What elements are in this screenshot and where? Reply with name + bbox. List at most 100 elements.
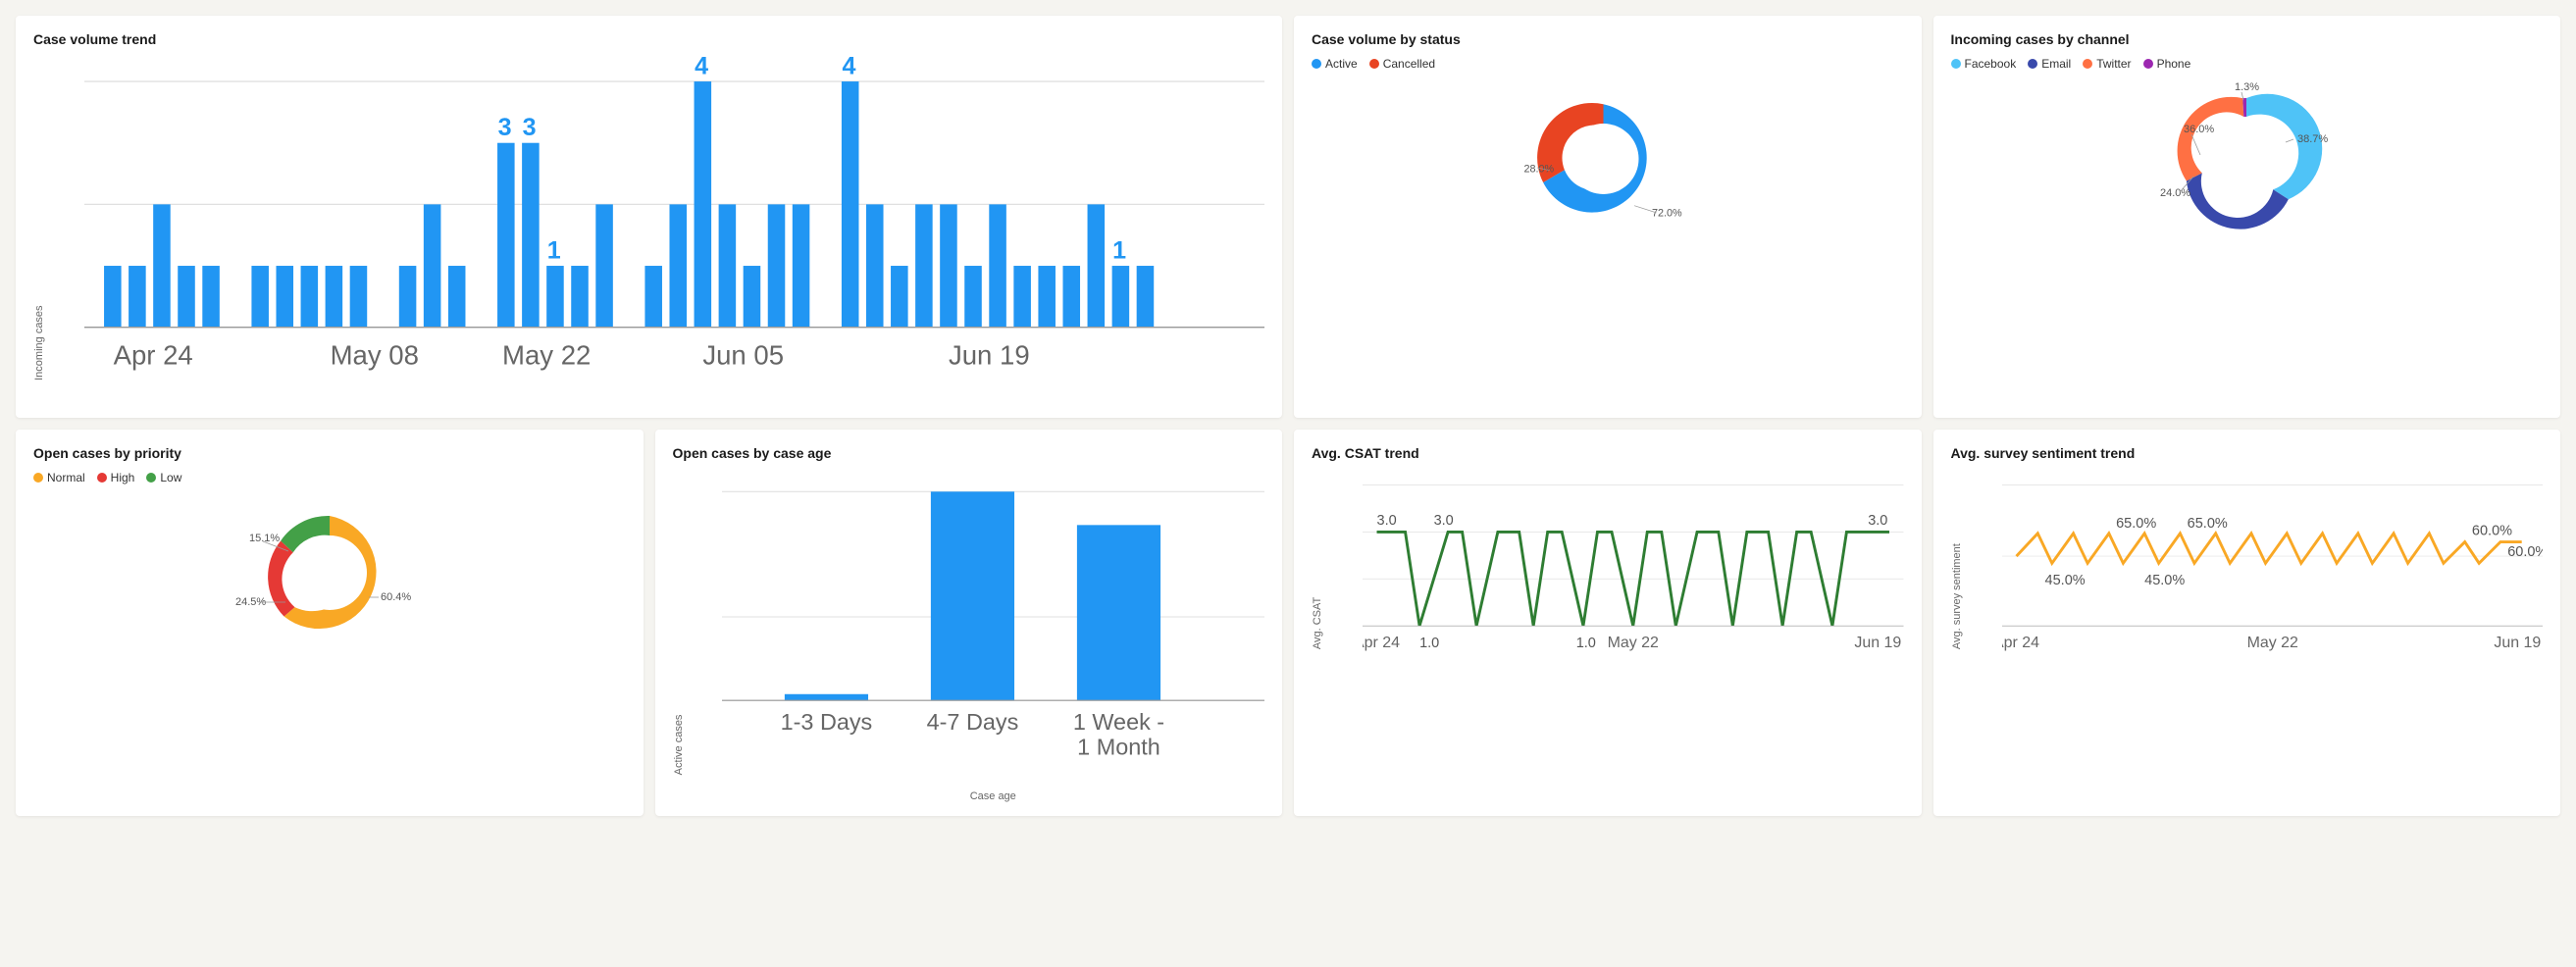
case-volume-by-status-title: Case volume by status: [1312, 31, 1904, 47]
survey-chart-wrapper: Avg. survey sentiment 100% 50% 0% 65.0%: [1951, 471, 2544, 673]
svg-text:May 08: May 08: [331, 339, 419, 370]
csat-y-label: Avg. CSAT: [1312, 597, 1323, 649]
svg-text:May 22: May 22: [2246, 635, 2297, 651]
case-age-y-label: Active cases: [673, 714, 685, 775]
case-volume-donut-chart: 28.0% 72.0%: [1520, 80, 1696, 237]
svg-text:45.0%: 45.0%: [2144, 573, 2185, 588]
svg-text:24.0%: 24.0%: [2160, 187, 2190, 199]
svg-text:Jun 05: Jun 05: [702, 339, 784, 370]
legend-high-label: High: [111, 471, 135, 484]
open-by-priority-card: Open cases by priority Normal High Low: [16, 430, 644, 816]
legend-active-dot: [1312, 59, 1321, 69]
open-by-priority-legend: Normal High Low: [33, 471, 626, 484]
svg-text:3.0: 3.0: [1868, 513, 1887, 529]
svg-text:1.3%: 1.3%: [2235, 81, 2259, 93]
svg-text:Jun 19: Jun 19: [2494, 635, 2541, 651]
legend-phone: Phone: [2143, 57, 2191, 71]
svg-text:65.0%: 65.0%: [2187, 516, 2227, 532]
incoming-by-channel-card: Incoming cases by channel Facebook Email…: [1933, 16, 2561, 418]
svg-text:4: 4: [695, 57, 708, 80]
legend-email: Email: [2028, 57, 2071, 71]
legend-facebook-label: Facebook: [1965, 57, 2017, 71]
svg-text:3: 3: [523, 114, 537, 141]
csat-line-chart: 4 3 2 1 3.0 3.0 1.0 1.0 3.0 Apr 24 May 2…: [1363, 471, 1904, 670]
svg-text:1-3 Days: 1-3 Days: [780, 709, 872, 735]
open-by-case-age-title: Open cases by case age: [673, 445, 1265, 461]
legend-cancelled-label: Cancelled: [1383, 57, 1435, 71]
legend-cancelled: Cancelled: [1369, 57, 1435, 71]
case-volume-by-status-legend: Active Cancelled: [1312, 57, 1904, 71]
svg-text:May 22: May 22: [1608, 635, 1659, 651]
svg-text:60.4%: 60.4%: [381, 591, 411, 603]
case-volume-by-status-card: Case volume by status Active Cancelled: [1294, 16, 1922, 418]
legend-twitter-dot: [2083, 59, 2092, 69]
svg-text:3.0: 3.0: [1377, 513, 1397, 529]
legend-normal: Normal: [33, 471, 85, 484]
svg-text:1: 1: [1112, 237, 1126, 265]
avg-survey-sentiment-card: Avg. survey sentiment trend Avg. survey …: [1933, 430, 2561, 816]
svg-text:3: 3: [498, 114, 512, 141]
legend-active: Active: [1312, 57, 1358, 71]
incoming-by-channel-legend: Facebook Email Twitter Phone: [1951, 57, 2544, 71]
svg-text:60.0%: 60.0%: [2507, 544, 2543, 560]
legend-phone-label: Phone: [2157, 57, 2191, 71]
avg-csat-trend-title: Avg. CSAT trend: [1312, 445, 1904, 461]
svg-text:4-7 Days: 4-7 Days: [926, 709, 1018, 735]
legend-facebook-dot: [1951, 59, 1961, 69]
legend-cancelled-dot: [1369, 59, 1379, 69]
svg-text:4: 4: [842, 57, 855, 80]
legend-phone-dot: [2143, 59, 2153, 69]
dashboard: Case volume trend Incoming cases 4 2 0: [16, 16, 2560, 816]
legend-facebook: Facebook: [1951, 57, 2017, 71]
incoming-channel-donut-container: 38.7% 24.0% 36.0% 1.3%: [1951, 78, 2544, 235]
incoming-by-channel-title: Incoming cases by channel: [1951, 31, 2544, 47]
svg-text:65.0%: 65.0%: [2116, 516, 2156, 532]
svg-text:1.0: 1.0: [1576, 636, 1596, 651]
open-by-case-age-card: Open cases by case age Active cases 20 0: [655, 430, 1283, 816]
legend-twitter-label: Twitter: [2096, 57, 2131, 71]
case-age-bar-chart: 20 0 1-3 Days 4-7 Days 1 Week - 1 Month: [722, 471, 1265, 784]
svg-text:1 Week -: 1 Week -: [1072, 709, 1163, 735]
case-volume-trend-title: Case volume trend: [33, 31, 1264, 47]
legend-twitter: Twitter: [2083, 57, 2131, 71]
legend-active-label: Active: [1325, 57, 1358, 71]
legend-email-label: Email: [2041, 57, 2071, 71]
svg-text:Apr 24: Apr 24: [114, 339, 193, 370]
legend-high-dot: [97, 473, 107, 483]
legend-low: Low: [146, 471, 181, 484]
case-age-x-label: Case age: [722, 790, 1265, 802]
case-volume-trend-chart: 4 2 0: [84, 57, 1264, 401]
legend-low-label: Low: [160, 471, 181, 484]
svg-text:45.0%: 45.0%: [2044, 573, 2085, 588]
legend-email-dot: [2028, 59, 2037, 69]
svg-text:1: 1: [547, 237, 561, 265]
svg-text:60.0%: 60.0%: [2471, 523, 2511, 538]
open-by-priority-title: Open cases by priority: [33, 445, 626, 461]
y-axis-label-trend: Incoming cases: [33, 305, 45, 380]
svg-text:Jun 19: Jun 19: [1854, 635, 1901, 651]
svg-text:28.0%: 28.0%: [1523, 164, 1554, 176]
open-priority-donut-container: 60.4% 24.5% 15.1%: [33, 492, 626, 654]
open-priority-donut-chart: 60.4% 24.5% 15.1%: [232, 492, 428, 654]
svg-text:Apr 24: Apr 24: [2002, 635, 2039, 651]
case-volume-donut-container: 28.0% 72.0%: [1312, 80, 1904, 237]
avg-survey-sentiment-title: Avg. survey sentiment trend: [1951, 445, 2544, 461]
survey-sentiment-chart: 100% 50% 0% 65.0% 65.0% 45.0% 45.0% 60.0…: [2002, 471, 2544, 670]
case-volume-trend-card: Case volume trend Incoming cases 4 2 0: [16, 16, 1282, 418]
svg-text:1.0: 1.0: [1419, 636, 1439, 651]
svg-text:1 Month: 1 Month: [1077, 734, 1160, 759]
svg-text:72.0%: 72.0%: [1652, 208, 1682, 220]
legend-normal-label: Normal: [47, 471, 85, 484]
svg-text:Jun 19: Jun 19: [949, 339, 1030, 370]
avg-csat-trend-card: Avg. CSAT trend Avg. CSAT 4 3 2 1: [1294, 430, 1922, 816]
legend-high: High: [97, 471, 135, 484]
case-age-chart-wrapper: Active cases 20 0 1-3 Days: [673, 471, 1265, 802]
svg-text:May 22: May 22: [502, 339, 591, 370]
incoming-channel-donut-chart: 38.7% 24.0% 36.0% 1.3%: [2148, 78, 2344, 235]
svg-text:36.0%: 36.0%: [2184, 124, 2214, 135]
svg-text:15.1%: 15.1%: [249, 533, 280, 544]
svg-text:38.7%: 38.7%: [2297, 133, 2328, 145]
legend-low-dot: [146, 473, 156, 483]
svg-text:Apr 24: Apr 24: [1363, 635, 1400, 651]
legend-normal-dot: [33, 473, 43, 483]
